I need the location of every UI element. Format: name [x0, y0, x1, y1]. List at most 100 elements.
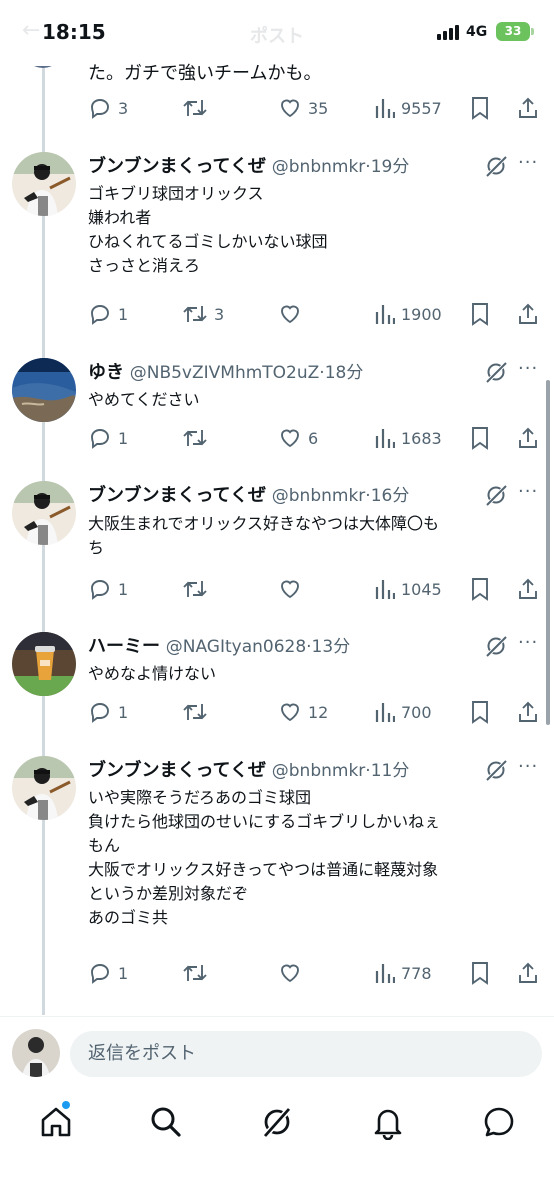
tab-search[interactable]: [148, 1104, 184, 1140]
repost-button[interactable]: [182, 575, 214, 603]
like-button[interactable]: [278, 575, 308, 603]
views-button[interactable]: 9557: [375, 94, 442, 122]
repost-button[interactable]: [182, 424, 214, 452]
author-handle[interactable]: @bnbnmkr: [272, 761, 366, 781]
reply-count: 1: [118, 304, 129, 324]
views-button[interactable]: 1900: [375, 300, 442, 328]
tab-messages[interactable]: [481, 1104, 517, 1140]
heart-icon: [281, 99, 299, 118]
tab-home[interactable]: [38, 1104, 74, 1140]
view-count: 1900: [401, 304, 442, 324]
like-button[interactable]: 12: [278, 698, 328, 726]
repost-icon: [183, 306, 207, 322]
share-button[interactable]: [516, 300, 540, 328]
grok-button[interactable]: [484, 634, 508, 662]
like-button[interactable]: [278, 959, 308, 987]
tab-notifications[interactable]: [370, 1104, 406, 1141]
like-button[interactable]: 6: [278, 424, 318, 452]
grok-icon: [485, 484, 508, 507]
reply-icon: [91, 429, 109, 449]
bell-icon: [374, 1109, 402, 1141]
more-icon[interactable]: ···: [518, 756, 538, 777]
author-name[interactable]: ゆき: [88, 362, 124, 383]
author-handle[interactable]: @bnbnmkr: [272, 486, 366, 506]
grok-button[interactable]: [484, 154, 508, 182]
reply-button[interactable]: 1: [88, 300, 128, 328]
status-time: 18:15: [42, 20, 106, 44]
grok-button[interactable]: [484, 483, 508, 511]
bookmark-icon: [472, 97, 488, 120]
share-button[interactable]: [516, 424, 540, 452]
views-button[interactable]: 778: [375, 959, 432, 987]
post-actions: 1 3 1900: [0, 300, 554, 328]
repost-button[interactable]: [182, 698, 214, 726]
share-button[interactable]: [516, 698, 540, 726]
share-button[interactable]: [516, 575, 540, 603]
repost-icon: [183, 100, 207, 116]
reply-input[interactable]: 返信をポスト: [70, 1031, 542, 1077]
author-name[interactable]: ブンブンまくってくぜ: [88, 760, 266, 781]
repost-button[interactable]: [182, 959, 214, 987]
views-button[interactable]: 1045: [375, 575, 442, 603]
views-icon: [375, 964, 395, 983]
bookmark-button[interactable]: [470, 959, 490, 987]
grok-button[interactable]: [484, 360, 508, 388]
avatar[interactable]: [12, 1029, 60, 1077]
repost-count: 3: [214, 304, 225, 324]
heart-icon: [281, 305, 299, 324]
bookmark-button[interactable]: [470, 300, 490, 328]
views-icon: [375, 580, 395, 599]
heart-icon: [281, 703, 299, 722]
post-actions: 1 6 1683: [0, 424, 554, 452]
grok-button[interactable]: [484, 758, 508, 786]
bookmark-button[interactable]: [470, 575, 490, 603]
tab-grok[interactable]: [259, 1104, 295, 1140]
share-button[interactable]: [516, 94, 540, 122]
share-icon: [519, 427, 537, 448]
avatar[interactable]: [12, 632, 76, 696]
post-header: ブンブンまくってくぜ @bnbnmkr·19分: [88, 152, 409, 178]
repost-icon: [183, 704, 207, 720]
reply-button[interactable]: 1: [88, 959, 128, 987]
author-handle[interactable]: @bnbnmkr: [272, 157, 366, 177]
views-icon: [375, 429, 395, 448]
author-name[interactable]: ブンブンまくってくぜ: [88, 156, 266, 177]
reply-count: 1: [118, 579, 129, 599]
like-count: 12: [308, 702, 329, 722]
avatar[interactable]: [12, 481, 76, 545]
bookmark-button[interactable]: [470, 424, 490, 452]
views-icon: [375, 99, 395, 118]
bookmark-button[interactable]: [470, 698, 490, 726]
bookmark-button[interactable]: [470, 94, 490, 122]
avatar[interactable]: [12, 358, 76, 422]
reply-button[interactable]: 1: [88, 575, 128, 603]
reply-button[interactable]: 1: [88, 424, 128, 452]
battery-tip: [531, 28, 534, 35]
avatar[interactable]: [12, 152, 76, 216]
battery-indicator: 33: [496, 22, 530, 41]
author-name[interactable]: ハーミー: [88, 636, 160, 657]
more-icon[interactable]: ···: [518, 632, 538, 653]
author-name[interactable]: ブンブンまくってくぜ: [88, 485, 266, 506]
more-icon[interactable]: ···: [518, 358, 538, 379]
share-button[interactable]: [516, 959, 540, 987]
grok-icon: [485, 635, 508, 658]
reply-icon: [91, 964, 109, 984]
author-handle[interactable]: @NAGItyan0628: [166, 637, 306, 657]
avatar[interactable]: [12, 756, 76, 820]
views-button[interactable]: 700: [375, 698, 432, 726]
repost-button[interactable]: 3: [182, 300, 224, 328]
more-icon[interactable]: ···: [518, 481, 538, 502]
bottom-tab-bar: [0, 1092, 554, 1199]
like-button[interactable]: 35: [278, 94, 328, 122]
status-bar: ← ポスト 18:15 4G 33: [0, 0, 554, 66]
signal-icon: [437, 25, 459, 40]
network-type: 4G: [466, 24, 488, 40]
reply-button[interactable]: 3: [88, 94, 128, 122]
views-button[interactable]: 1683: [375, 424, 442, 452]
author-handle[interactable]: @NB5vZIVMhmTO2uZ: [130, 363, 320, 383]
repost-button[interactable]: [182, 94, 214, 122]
reply-button[interactable]: 1: [88, 698, 128, 726]
like-button[interactable]: [278, 300, 308, 328]
more-icon[interactable]: ···: [518, 152, 538, 173]
